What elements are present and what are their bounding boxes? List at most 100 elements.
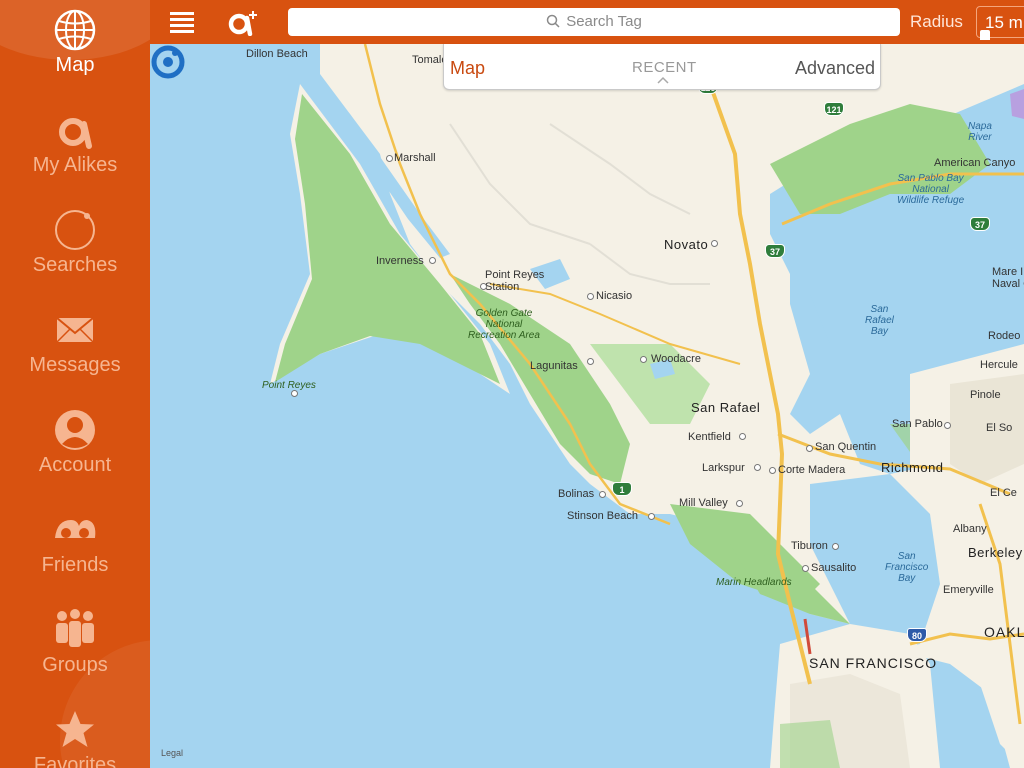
place-label: Inverness — [376, 255, 424, 267]
place-label: Bolinas — [558, 488, 595, 500]
search-tag-input[interactable]: Search Tag — [288, 8, 900, 36]
friends-icon — [55, 520, 96, 538]
place-label: American Canyo — [934, 157, 1016, 169]
tab-map[interactable]: Map — [450, 58, 485, 79]
radius-slider-handle[interactable] — [980, 30, 990, 40]
place-label: Pinole — [970, 389, 1001, 401]
place-label: Point Reyes Station — [485, 269, 545, 293]
sidebar-item-label: Favorites — [33, 754, 117, 768]
place-dot — [480, 283, 487, 290]
place-label: Albany — [953, 523, 987, 535]
place-label: San Rafael — [691, 400, 761, 415]
envelope-icon — [56, 317, 94, 343]
place-label: Emeryville — [943, 584, 994, 596]
place-label: Kentfield — [688, 431, 731, 443]
search-icon — [546, 14, 560, 28]
water-label: Napa River — [968, 121, 992, 143]
route-shield: 37 — [765, 244, 785, 258]
sidebar-item-label: Friends — [41, 554, 109, 576]
park-label: Golden Gate National Recreation Area — [468, 308, 540, 341]
place-label: San Pablo — [892, 418, 943, 430]
sidebar-item-searches[interactable]: Searches — [0, 202, 150, 298]
place-dot — [711, 240, 718, 247]
radius-label: Radius — [910, 12, 963, 31]
search-circle-icon — [55, 210, 95, 250]
sidebar-item-friends[interactable]: Friends — [0, 502, 150, 598]
place-dot — [739, 433, 746, 440]
sidebar-item-label: Map — [55, 54, 95, 76]
place-label: Hercule — [980, 359, 1018, 371]
place-label: Marshall — [394, 152, 436, 164]
place-dot — [587, 358, 594, 365]
route-shield: 1 — [612, 482, 632, 496]
place-label: Berkeley — [968, 545, 1023, 560]
water-label: San Francisco Bay — [885, 551, 929, 584]
place-label: Sausalito — [811, 562, 857, 574]
sidebar-item-label: Groups — [42, 654, 108, 676]
sidebar: Map My Alikes Searches Messages Account — [0, 0, 150, 768]
water-label: San Rafael Bay — [865, 304, 894, 337]
map-view[interactable]: Dillon Beach Tomales Marshall Inverness … — [150, 44, 1024, 768]
park-label: Marin Headlands — [716, 577, 792, 588]
tab-advanced[interactable]: Advanced — [795, 58, 875, 79]
add-alike-icon[interactable] — [226, 8, 260, 36]
globe-icon — [54, 9, 96, 51]
place-label: Corte Madera — [778, 464, 846, 476]
place-label: Mill Valley — [679, 497, 728, 509]
place-label: El Ce — [990, 487, 1017, 499]
place-label: Nicasio — [596, 290, 633, 302]
place-dot — [754, 464, 761, 471]
sidebar-item-label: My Alikes — [32, 154, 118, 176]
sidebar-item-my-alikes[interactable]: My Alikes — [0, 102, 150, 198]
sidebar-item-groups[interactable]: Groups — [0, 602, 150, 698]
sidebar-item-favorites[interactable]: Favorites — [0, 702, 150, 768]
place-label: Larkspur — [702, 462, 745, 474]
place-label: Rodeo — [988, 330, 1021, 342]
place-label: San Quentin — [815, 441, 877, 453]
place-label: SAN FRANCISCO — [809, 655, 938, 671]
place-label: Mare I Naval Co — [992, 266, 1024, 290]
place-label: El So — [986, 422, 1013, 434]
group-icon — [56, 609, 94, 647]
place-dot — [587, 293, 594, 300]
place-dot — [291, 390, 298, 397]
place-dot — [944, 422, 951, 429]
place-dot — [806, 445, 813, 452]
place-label: Stinson Beach — [567, 510, 638, 522]
place-label: Tiburon — [791, 540, 828, 552]
place-label: OAKL — [984, 624, 1024, 640]
alike-icon — [59, 118, 92, 149]
top-bar: Search Tag Radius 15 m — [150, 0, 1024, 44]
route-shield: 37 — [970, 217, 990, 231]
sidebar-item-label: Searches — [32, 254, 118, 276]
park-label: Point Reyes — [262, 380, 316, 391]
place-dot — [802, 565, 809, 572]
place-dot — [429, 257, 436, 264]
place-label: Woodacre — [651, 353, 701, 365]
place-dot — [769, 467, 776, 474]
legal-link[interactable]: Legal — [161, 748, 183, 758]
chevron-up-icon[interactable] — [657, 76, 669, 84]
place-dot — [386, 155, 393, 162]
place-label: Richmond — [881, 460, 944, 475]
hamburger-menu-icon[interactable] — [168, 8, 196, 36]
place-dot — [832, 543, 839, 550]
view-tabs: Map RECENT Advanced — [443, 44, 881, 90]
place-label: Lagunitas — [530, 360, 578, 372]
person-icon — [55, 410, 95, 450]
place-label: Novato — [664, 237, 709, 252]
search-placeholder: Search Tag — [566, 13, 642, 30]
place-dot — [736, 500, 743, 507]
park-label: San Pablo Bay National Wildlife Refuge — [897, 173, 965, 206]
place-dot — [599, 491, 606, 498]
location-marker-icon[interactable] — [150, 44, 186, 80]
sidebar-item-map[interactable]: Map — [0, 2, 150, 98]
sidebar-item-messages[interactable]: Messages — [0, 302, 150, 398]
tab-recent[interactable]: RECENT — [632, 59, 697, 76]
sidebar-item-label: Messages — [29, 354, 121, 376]
place-dot — [640, 356, 647, 363]
place-dot — [648, 513, 655, 520]
star-icon — [56, 711, 94, 747]
sidebar-item-account[interactable]: Account — [0, 402, 150, 498]
place-label: Dillon Beach — [246, 48, 308, 60]
